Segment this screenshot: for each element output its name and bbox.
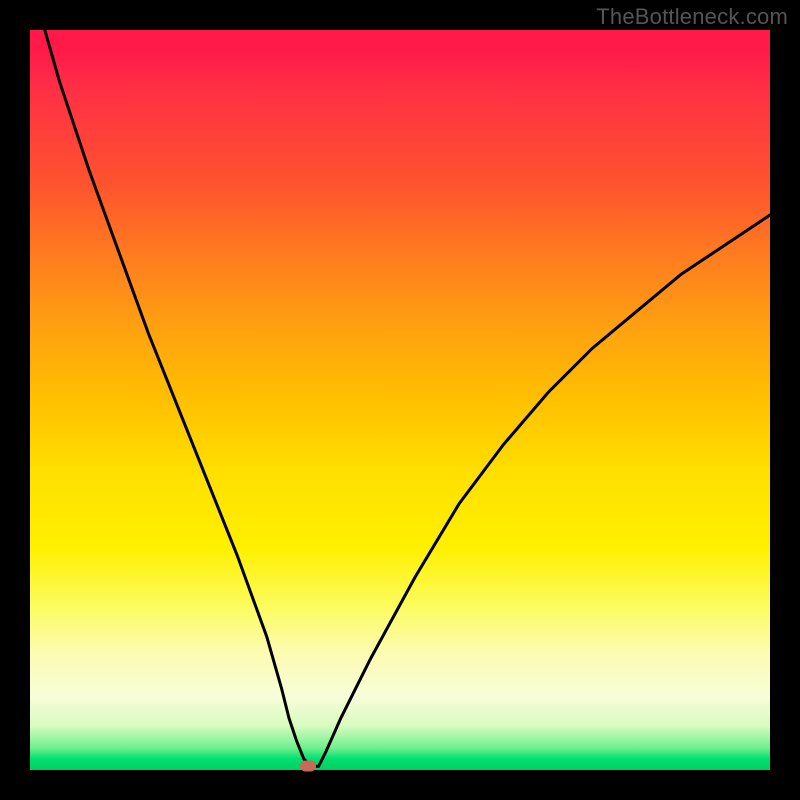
watermark-text: TheBottleneck.com <box>596 4 788 30</box>
chart-curve <box>30 30 770 770</box>
chart-plot-area <box>30 30 770 770</box>
chart-marker-dot <box>300 761 316 772</box>
